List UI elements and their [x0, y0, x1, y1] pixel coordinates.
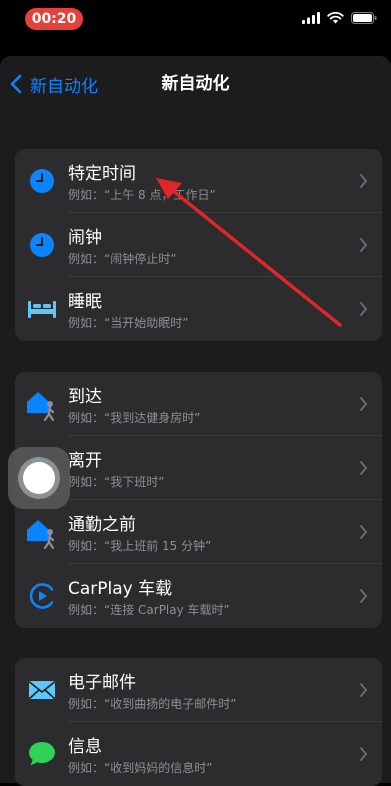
row-title: 睡眠 — [68, 292, 102, 312]
page-title: 新自动化 — [161, 74, 230, 94]
row-title: 信息 — [68, 737, 102, 757]
row-subtitle: 例如：“收到曲扬的电子邮件时” — [68, 697, 237, 711]
chevron-right-icon — [360, 174, 368, 188]
chevron-right-icon — [360, 397, 368, 411]
battery-icon — [351, 12, 377, 24]
row-subtitle: 例如：“闹钟停止时” — [68, 252, 177, 266]
communication-trigger-group: 电子邮件 例如：“收到曲扬的电子邮件时” 信息 例如：“收到妈妈的信息时” — [15, 658, 382, 786]
row-title: 闹钟 — [68, 228, 102, 248]
trigger-before-commute[interactable]: 通勤之前 例如：“我上班前 15 分钟” — [15, 500, 382, 564]
row-title: 特定时间 — [68, 164, 136, 184]
row-subtitle: 例如：“当开始助眠时” — [68, 316, 189, 330]
row-subtitle: 例如：“上午 8 点，工作日” — [68, 188, 216, 202]
row-subtitle: 例如：“连接 CarPlay 车载时” — [68, 603, 230, 617]
assistive-touch-dot — [23, 462, 55, 494]
row-subtitle: 例如：“我下班时” — [68, 475, 165, 489]
row-title: CarPlay 车载 — [68, 579, 173, 599]
trigger-arrive[interactable]: 到达 例如：“我到达健身房时” — [15, 372, 382, 436]
status-icons — [302, 12, 377, 24]
chevron-right-icon — [360, 589, 368, 603]
row-title: 到达 — [68, 387, 102, 407]
message-icon — [25, 737, 59, 771]
alarm-clock-icon — [25, 228, 59, 262]
carplay-icon — [25, 579, 59, 613]
mail-icon — [25, 673, 59, 707]
home-walk-icon — [25, 387, 59, 421]
chevron-right-icon — [360, 461, 368, 475]
chevron-right-icon — [360, 747, 368, 761]
row-subtitle: 例如：“我上班前 15 分钟” — [68, 539, 212, 553]
trigger-email[interactable]: 电子邮件 例如：“收到曲扬的电子邮件时” — [15, 658, 382, 722]
trigger-carplay[interactable]: CarPlay 车载 例如：“连接 CarPlay 车载时” — [15, 564, 382, 628]
bed-icon — [25, 292, 59, 326]
chevron-right-icon — [360, 238, 368, 252]
home-walk-icon — [25, 515, 59, 549]
row-subtitle: 例如：“我到达健身房时” — [68, 411, 201, 425]
trigger-alarm[interactable]: 闹钟 例如：“闹钟停止时” — [15, 213, 382, 277]
status-time: 00:20 — [25, 8, 83, 30]
trigger-sleep[interactable]: 睡眠 例如：“当开始助眠时” — [15, 277, 382, 341]
signal-icon — [302, 12, 320, 24]
assistive-touch-button[interactable] — [8, 447, 70, 509]
row-title: 离开 — [68, 451, 102, 471]
row-title: 电子邮件 — [68, 673, 136, 693]
trigger-specific-time[interactable]: 特定时间 例如：“上午 8 点，工作日” — [15, 149, 382, 213]
row-title: 通勤之前 — [68, 515, 136, 535]
location-trigger-group: 到达 例如：“我到达健身房时” 离开 例如：“我下班时” 通勤之前 例如：“我上… — [15, 372, 382, 628]
clock-icon — [25, 164, 59, 198]
chevron-right-icon — [360, 525, 368, 539]
assistive-touch-ring — [18, 457, 60, 499]
trigger-message[interactable]: 信息 例如：“收到妈妈的信息时” — [15, 722, 382, 786]
status-bar: 00:20 — [0, 0, 391, 44]
wifi-icon — [327, 12, 344, 24]
row-subtitle: 例如：“收到妈妈的信息时” — [68, 761, 213, 775]
time-trigger-group: 特定时间 例如：“上午 8 点，工作日” 闹钟 例如：“闹钟停止时” 睡眠 例如… — [15, 149, 382, 341]
chevron-right-icon — [360, 302, 368, 316]
chevron-right-icon — [360, 683, 368, 697]
trigger-leave[interactable]: 离开 例如：“我下班时” — [15, 436, 382, 500]
